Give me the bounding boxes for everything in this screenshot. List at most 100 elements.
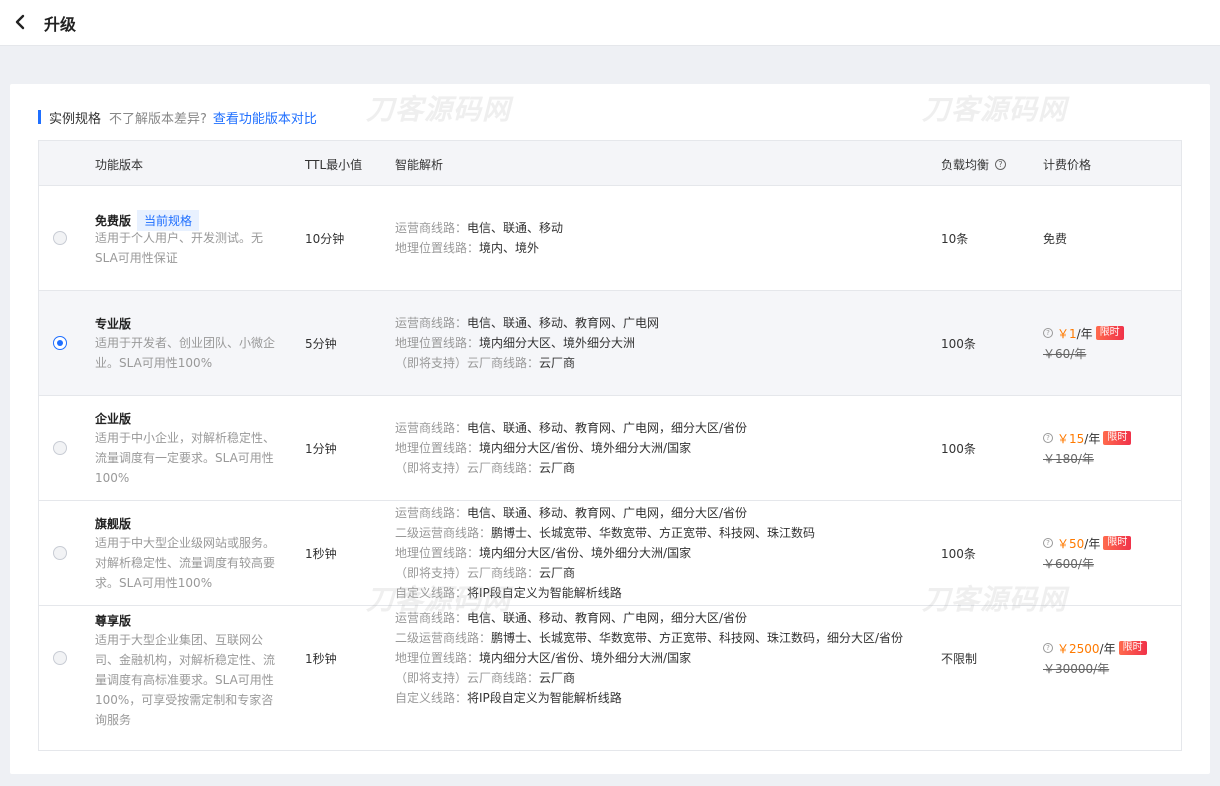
- price-current: ￥2500: [1057, 641, 1100, 656]
- column-header-lb-label: 负载均衡: [941, 158, 990, 172]
- version-radio[interactable]: [53, 441, 67, 455]
- version-radio[interactable]: [53, 231, 67, 245]
- version-name: 专业版: [95, 315, 131, 332]
- resolution-line: （即将支持）云厂商线路：云厂商: [395, 458, 747, 478]
- compare-versions-link[interactable]: 查看功能版本对比: [213, 108, 317, 127]
- load-balance-value: 不限制: [941, 652, 978, 666]
- price-current-line: ? ￥50/年 限时: [1043, 535, 1132, 551]
- resolution-line-value: 鹏博士、长城宽带、华数宽带、方正宽带、科技网、珠江数码，细分大区/省份: [491, 631, 904, 645]
- resolution-line: （即将支持）云厂商线路：云厂商: [395, 353, 659, 373]
- price-current: ￥15: [1057, 431, 1085, 446]
- version-radio[interactable]: [53, 651, 67, 665]
- spec-title: 实例规格: [49, 111, 102, 127]
- smart-resolution-lines: 运营商线路：电信、联通、移动、教育网、广电网，细分大区/省份二级运营商线路：鹏博…: [395, 608, 903, 708]
- resolution-line: 运营商线路：电信、联通、移动、教育网、广电网，细分大区/省份: [395, 608, 903, 628]
- resolution-line-value: 境内细分大区、境外细分大洲: [479, 336, 636, 350]
- price-unit: /年: [1099, 641, 1116, 656]
- help-icon[interactable]: ?: [1043, 328, 1053, 338]
- price-unit: /年: [1084, 536, 1101, 551]
- back-button[interactable]: [12, 12, 30, 32]
- version-description: 适用于中大型企业级网站或服务。对解析稳定性、流量调度有较高要求。SLA可用性10…: [95, 536, 276, 590]
- load-balance-value: 100条: [941, 547, 976, 561]
- ttl-value: 1分钟: [305, 442, 337, 456]
- smart-resolution-lines: 运营商线路：电信、联通、移动、教育网、广电网地理位置线路：境内细分大区、境外细分…: [395, 313, 659, 373]
- version-name: 旗舰版: [95, 515, 131, 532]
- info-icon[interactable]: ?: [995, 159, 1007, 170]
- column-header-version: 功能版本: [95, 158, 144, 172]
- price-current: ￥1: [1057, 326, 1077, 341]
- version-name-text: 企业版: [95, 412, 132, 426]
- resolution-line-label: 运营商线路：: [395, 506, 468, 520]
- smart-resolution-lines: 运营商线路：电信、联通、移动 地理位置线路：境内、境外: [395, 218, 563, 258]
- ttl-value: 10分钟: [305, 232, 345, 246]
- resolution-line-value: 境内细分大区/省份、境外细分大洲/国家: [479, 546, 692, 560]
- table-row[interactable]: 尊享版适用于大型企业集团、互联网公司、金融机构，对解析稳定性、流量调度有高标准要…: [39, 606, 1181, 727]
- resolution-line: 运营商线路：电信、联通、移动、教育网、广电网，细分大区/省份: [395, 503, 815, 523]
- version-name-text: 旗舰版: [95, 517, 132, 531]
- upgrade-card: 实例规格 不了解版本差异? 查看功能版本对比 功能版本 TTL最小值 智能解析 …: [10, 84, 1210, 774]
- resolution-line-label: 地理位置线路：: [395, 441, 480, 455]
- price-original: ￥60/年: [1043, 347, 1087, 361]
- price-free: 免费: [1043, 232, 1068, 246]
- section-marker: [38, 110, 41, 124]
- help-icon[interactable]: ?: [1043, 538, 1053, 548]
- limited-time-badge: 限时: [1095, 326, 1124, 340]
- resolution-line: 地理位置线路：境内细分大区、境外细分大洲: [395, 333, 659, 353]
- resolution-line-label: （即将支持）云厂商线路：: [395, 566, 540, 580]
- load-balance-value: 10条: [941, 232, 969, 246]
- column-header-ttl: TTL最小值: [305, 158, 363, 172]
- help-icon[interactable]: ?: [1043, 643, 1053, 653]
- resolution-line: （即将支持）云厂商线路：云厂商: [395, 563, 815, 583]
- resolution-line: 地理位置线路：境内细分大区/省份、境外细分大洲/国家: [395, 543, 815, 563]
- resolution-line-label: （即将支持）云厂商线路：: [395, 461, 540, 475]
- smart-resolution-lines: 运营商线路：电信、联通、移动、教育网、广电网，细分大区/省份 二级运营商线路：鹏博…: [395, 503, 815, 603]
- resolution-line-label: 运营商线路：: [395, 421, 468, 435]
- version-name-text: 专业版: [95, 317, 132, 331]
- price-current-line: ? ￥1/年 限时: [1043, 325, 1124, 341]
- price-unit: /年: [1076, 326, 1093, 341]
- resolution-line-label: 自定义线路：: [395, 586, 468, 600]
- resolution-line-label: 自定义线路：: [395, 691, 468, 705]
- resolution-line-value: 境内细分大区/省份、境外细分大洲/国家: [479, 441, 692, 455]
- resolution-line-label: 运营商线路：: [395, 611, 468, 625]
- table-row[interactable]: 旗舰版适用于中大型企业级网站或服务。对解析稳定性、流量调度有较高要求。SLA可用…: [39, 501, 1181, 606]
- resolution-line-value: 电信、联通、移动: [467, 221, 564, 235]
- resolution-line-value: 境内细分大区/省份、境外细分大洲/国家: [479, 651, 692, 665]
- resolution-line: 自定义线路：将IP段自定义为智能解析线路: [395, 583, 815, 603]
- ttl-value: 1秒钟: [305, 547, 337, 561]
- price-block: ? ￥2500/年 限时 ￥30000/年: [1043, 640, 1147, 677]
- spec-header: 实例规格 不了解版本差异? 查看功能版本对比: [38, 108, 317, 127]
- version-name: 企业版: [95, 410, 131, 427]
- table-row[interactable]: 免费版 当前规格 适用于个人用户、开发测试。无SLA可用性保证 10分钟 运营商线路：电…: [39, 186, 1181, 291]
- column-header-lb: 负载均衡 ?: [941, 156, 1007, 173]
- version-name-text: 尊享版: [95, 614, 132, 628]
- resolution-line-label: 运营商线路：: [395, 316, 468, 330]
- help-icon[interactable]: ?: [1043, 433, 1053, 443]
- resolution-line-label: 二级运营商线路：: [395, 631, 492, 645]
- version-name-text: 免费版: [95, 214, 132, 228]
- watermark: 刀客源码网: [366, 93, 512, 126]
- resolution-line-label: 地理位置线路：: [395, 336, 480, 350]
- resolution-line-value: 云厂商: [539, 566, 576, 580]
- load-balance-value: 100条: [941, 337, 976, 351]
- table-row[interactable]: 专业版 适用于开发者、创业团队、小微企业。SLA可用性100% 5分钟 运营商线路：电…: [39, 291, 1181, 396]
- watermark: 刀客源码网: [922, 93, 1068, 126]
- price-current-line: ? ￥15/年 限时: [1043, 430, 1132, 446]
- resolution-line-value: 电信、联通、移动、教育网、广电网，细分大区/省份: [467, 506, 748, 520]
- version-table: 功能版本 TTL最小值 智能解析 负载均衡 ? 计费价格 免费版 当前规格 适用于个…: [38, 140, 1182, 751]
- table-row[interactable]: 企业版 适用于中小企业，对解析稳定性、流量调度有一定要求。SLA可用性100% 1分…: [39, 396, 1181, 501]
- table-header: 功能版本 TTL最小值 智能解析 负载均衡 ? 计费价格: [39, 141, 1181, 186]
- resolution-line-value: 电信、联通、移动、教育网、广电网: [467, 316, 660, 330]
- version-radio[interactable]: [53, 336, 67, 350]
- resolution-line-value: 电信、联通、移动、教育网、广电网，细分大区/省份: [467, 421, 748, 435]
- resolution-line-label: 运营商线路：: [395, 221, 468, 235]
- version-radio[interactable]: [53, 546, 67, 560]
- resolution-line-value: 云厂商: [539, 671, 576, 685]
- version-description: 适用于大型企业集团、互联网公司、金融机构，对解析稳定性、流量调度有高标准要求。S…: [95, 633, 276, 727]
- price-unit: /年: [1084, 431, 1101, 446]
- resolution-line-value: 将IP段自定义为智能解析线路: [467, 691, 622, 705]
- price-original: ￥600/年: [1043, 557, 1094, 571]
- column-header-smart: 智能解析: [395, 158, 444, 172]
- version-name: 尊享版: [95, 612, 131, 629]
- version-description: 适用于开发者、创业团队、小微企业。SLA可用性100%: [95, 336, 276, 370]
